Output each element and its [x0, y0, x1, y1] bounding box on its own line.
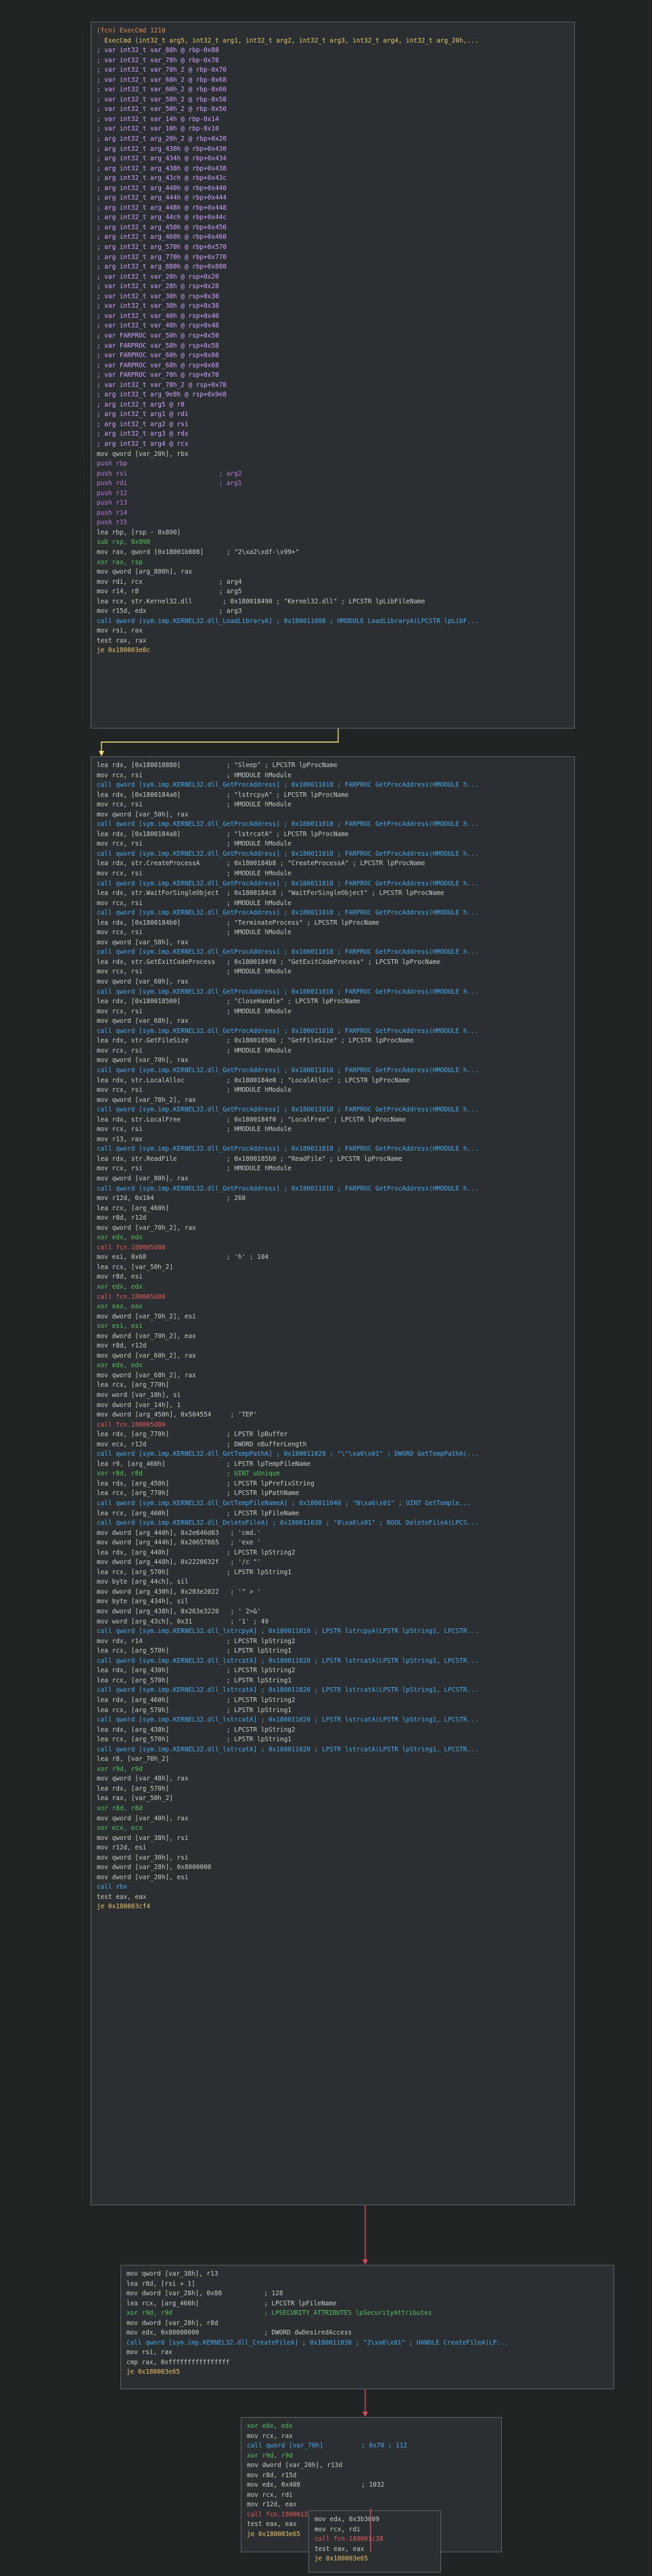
edge-arrowhead	[99, 751, 104, 756]
edge-arrowhead	[363, 2259, 368, 2265]
graph-edges	[99, 729, 371, 2552]
edge-entry-to-getprocaddress	[101, 729, 339, 754]
edge-arrowhead	[363, 2412, 368, 2417]
